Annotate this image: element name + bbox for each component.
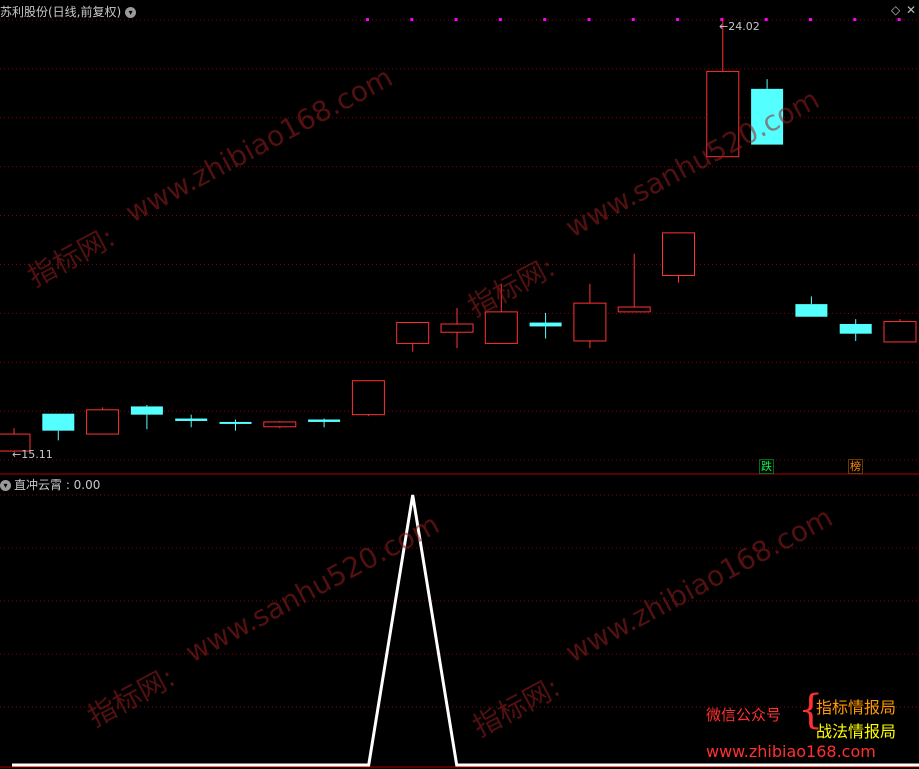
stock-chart-app: 苏利股份(日线,前复权) ▾ ◇ ✕ ←24.02 ←15.11 跌 榜 ▾ 直冲云… — [0, 0, 919, 769]
top-marker — [366, 18, 369, 21]
badge-list[interactable]: 榜 — [848, 459, 863, 474]
candle-body-down — [308, 419, 341, 422]
diamond-icon[interactable]: ◇ — [891, 3, 900, 17]
main-panel-header: 苏利股份(日线,前复权) ▾ — [0, 3, 137, 20]
high-price-label: ←24.02 — [719, 20, 760, 33]
indicator-title: 直冲云霄 : 0.00 — [14, 478, 101, 492]
candle-body-up — [86, 409, 120, 435]
stock-title: 苏利股份(日线,前复权) — [0, 5, 122, 19]
top-marker — [897, 18, 901, 21]
candle-body-up — [396, 322, 430, 344]
top-marker — [631, 18, 635, 21]
candle-body-down — [529, 322, 562, 327]
promo-name-1: 指标情报局 — [816, 698, 897, 717]
top-marker — [809, 18, 812, 21]
candle-body-up — [617, 306, 651, 313]
candle-body-down — [219, 421, 252, 424]
candle-body-down — [175, 418, 208, 421]
candle-body-down — [130, 406, 163, 415]
top-marker — [853, 18, 857, 21]
top-marker — [764, 18, 768, 21]
candle-body-down — [42, 413, 75, 431]
top-marker — [587, 18, 591, 21]
chevron-down-icon[interactable]: ▾ — [0, 480, 11, 491]
candle-body-up — [351, 380, 385, 416]
promo-site: www.zhibiao168.com — [706, 742, 876, 761]
candle-body-down — [839, 324, 872, 334]
high-price-value: 24.02 — [728, 20, 760, 33]
top-marker — [676, 18, 680, 21]
top-marker — [410, 18, 414, 21]
candle-body-up — [573, 302, 607, 342]
top-marker — [498, 18, 502, 21]
candle-body-down — [795, 304, 828, 317]
low-price-label: ←15.11 — [12, 448, 53, 461]
candle-body-up — [662, 232, 695, 277]
close-icon[interactable]: ✕ — [906, 3, 916, 17]
low-price-value: 15.11 — [21, 448, 53, 461]
promo-wechat: 微信公众号 — [706, 706, 782, 724]
candle-body-up — [263, 421, 297, 428]
candle-body-up — [883, 321, 917, 343]
promo-name-2: 战法情报局 — [816, 722, 897, 741]
chevron-down-icon[interactable]: ▾ — [125, 7, 137, 18]
candle-body-up — [440, 323, 474, 333]
badge-fall[interactable]: 跌 — [759, 459, 774, 474]
top-marker — [543, 18, 547, 21]
top-marker — [454, 18, 458, 21]
indicator-panel-header: ▾ 直冲云霄 : 0.00 — [0, 476, 100, 493]
